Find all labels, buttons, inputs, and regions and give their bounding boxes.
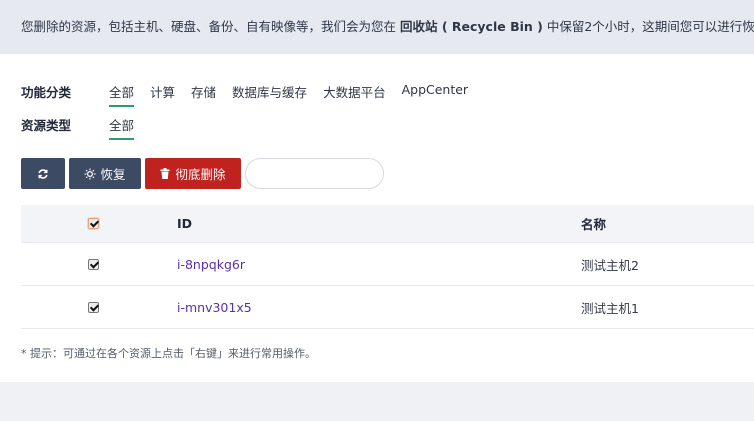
table-row[interactable]: i-8npqkg6r 测试主机2 bbox=[21, 243, 754, 286]
permanent-delete-label: 彻底删除 bbox=[175, 167, 226, 182]
recycle-bin-notice: 您删除的资源，包括主机、硬盘、备份、自有映像等，我们会为您在 回收站 ( Rec… bbox=[0, 0, 754, 54]
category-bigdata[interactable]: 大数据平台 bbox=[323, 82, 386, 105]
recycle-bin-panel: 功能分类 全部 计算 存储 数据库与缓存 大数据平台 AppCenter 资源类… bbox=[0, 54, 754, 382]
row-checkbox[interactable] bbox=[88, 258, 99, 270]
table-row[interactable]: i-mnv301x5 测试主机1 bbox=[21, 286, 754, 329]
resource-id-link[interactable]: i-mnv301x5 bbox=[177, 300, 252, 315]
row-checkbox-cell bbox=[88, 286, 99, 328]
table-header: ID 名称 bbox=[21, 205, 754, 243]
type-all[interactable]: 全部 bbox=[109, 115, 135, 140]
resource-name: 测试主机1 bbox=[581, 300, 639, 316]
category-appcenter[interactable]: AppCenter bbox=[402, 82, 469, 101]
restore-button[interactable]: 恢复 bbox=[69, 158, 141, 189]
resource-id-cell: i-mnv301x5 bbox=[177, 286, 252, 328]
row-checkbox[interactable] bbox=[88, 301, 99, 313]
resource-table: ID 名称 i-8npqkg6r 测试主机2 i-mnv301x5 测试主机1 bbox=[21, 205, 754, 329]
type-filter-label: 资源类型 bbox=[21, 118, 72, 133]
category-compute[interactable]: 计算 bbox=[150, 82, 175, 105]
category-filter: 功能分类 全部 计算 存储 数据库与缓存 大数据平台 AppCenter bbox=[21, 82, 484, 107]
restore-icon bbox=[84, 168, 96, 180]
notice-text-end: 中保留2个小时，这期间您可以进行恢复操作。 bbox=[546, 19, 754, 34]
usage-tip: * 提示：可通过在各个资源上点击「右键」来进行常用操作。 bbox=[21, 347, 316, 360]
category-database-cache[interactable]: 数据库与缓存 bbox=[232, 82, 307, 105]
notice-recycle-bin: 回收站 ( Recycle Bin ) bbox=[399, 19, 543, 34]
select-all-checkbox[interactable] bbox=[88, 218, 99, 229]
search-input[interactable] bbox=[245, 158, 384, 189]
resource-id-cell: i-8npqkg6r bbox=[177, 243, 245, 285]
refresh-icon bbox=[37, 168, 49, 180]
permanent-delete-button[interactable]: 彻底删除 bbox=[145, 158, 241, 189]
refresh-button[interactable] bbox=[21, 158, 65, 189]
category-all[interactable]: 全部 bbox=[109, 82, 135, 107]
column-header-name[interactable]: 名称 bbox=[581, 205, 606, 242]
select-all-cell bbox=[88, 205, 99, 242]
notice-text: 您删除的资源，包括主机、硬盘、备份、自有映像等，我们会为您在 bbox=[21, 19, 400, 34]
resource-name: 测试主机2 bbox=[581, 257, 639, 273]
category-storage[interactable]: 存储 bbox=[191, 82, 216, 105]
category-filter-label: 功能分类 bbox=[21, 85, 72, 100]
column-header-id[interactable]: ID bbox=[177, 205, 192, 242]
type-filter: 资源类型 全部 bbox=[21, 115, 150, 140]
resource-id-link[interactable]: i-8npqkg6r bbox=[177, 257, 245, 272]
row-checkbox-cell bbox=[88, 243, 99, 285]
restore-label: 恢复 bbox=[100, 167, 126, 182]
trash-icon bbox=[160, 168, 170, 179]
